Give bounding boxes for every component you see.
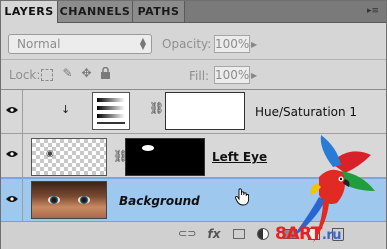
- chain-link-icon[interactable]: ⛓: [149, 101, 164, 115]
- eye-icon: [6, 107, 18, 113]
- adjustment-thumbnail[interactable]: [92, 92, 130, 130]
- adjustment-icon[interactable]: [257, 228, 269, 240]
- fill-label: Fill:: [189, 69, 210, 83]
- select-arrows-icon: ▲ ▼: [139, 36, 146, 51]
- visibility-toggle[interactable]: [1, 179, 23, 222]
- add-mask-icon[interactable]: [233, 229, 245, 239]
- fx-icon[interactable]: fx: [206, 227, 222, 241]
- visibility-toggle[interactable]: [1, 90, 23, 133]
- gradient-bar: [97, 98, 125, 102]
- hand-cursor-icon: [235, 188, 249, 206]
- gradient-bar: [97, 114, 125, 118]
- lock-all-icon[interactable]: [99, 66, 112, 80]
- layer-name[interactable]: Hue/Saturation 1: [255, 105, 357, 119]
- layer-mask-thumbnail[interactable]: [125, 138, 205, 176]
- mask-shape: [142, 145, 154, 151]
- layer-thumbnail[interactable]: [31, 181, 107, 219]
- eye-icon: [6, 196, 18, 202]
- layers-panel: LAYERS CHANNELS PATHS ▸≡ Normal ▲ ▼ Opaci…: [0, 0, 387, 249]
- layer-name[interactable]: Background: [119, 194, 200, 208]
- lock-transparent-icon[interactable]: [41, 69, 53, 81]
- opacity-field[interactable]: 100%: [214, 35, 250, 53]
- fill-field[interactable]: 100%: [214, 66, 250, 84]
- layer-row-hue-saturation[interactable]: ↓ ⛓ Hue/Saturation 1: [1, 90, 386, 134]
- blend-mode-value: Normal: [17, 37, 61, 51]
- divider: [1, 59, 386, 60]
- eye-image: [78, 196, 90, 204]
- watermark-text: 8ART.ru: [275, 224, 342, 244]
- eye-image: [48, 196, 60, 204]
- lock-label: Lock:: [9, 68, 41, 82]
- lock-move-icon[interactable]: ✥: [80, 67, 93, 80]
- opacity-label: Opacity:: [162, 37, 212, 51]
- tab-layers[interactable]: LAYERS: [1, 1, 58, 23]
- eye-fragment-icon: ◉: [46, 149, 54, 159]
- eye-icon: [6, 151, 18, 157]
- panel-menu-icon[interactable]: ▸≡: [366, 6, 380, 17]
- clipping-arrow-icon: ↓: [61, 103, 71, 116]
- layer-name[interactable]: Left Eye: [212, 150, 267, 164]
- lock-brush-icon[interactable]: ✎: [61, 67, 74, 80]
- gradient-bar: [97, 106, 125, 110]
- panel-tab-bar: LAYERS CHANNELS PATHS ▸≡: [1, 1, 386, 23]
- visibility-toggle[interactable]: [1, 134, 23, 177]
- fill-dropdown-icon[interactable]: ▶: [251, 71, 257, 80]
- layer-thumbnail[interactable]: ◉: [31, 138, 107, 176]
- slider-bar: [97, 122, 125, 124]
- opacity-dropdown-icon[interactable]: ▶: [251, 40, 257, 49]
- tab-channels[interactable]: CHANNELS: [58, 1, 133, 22]
- blend-mode-select[interactable]: Normal ▲ ▼: [8, 34, 152, 54]
- tab-paths[interactable]: PATHS: [133, 1, 185, 22]
- layer-mask-thumbnail[interactable]: [165, 92, 245, 130]
- link-layers-icon[interactable]: ⊂⊃: [178, 227, 196, 241]
